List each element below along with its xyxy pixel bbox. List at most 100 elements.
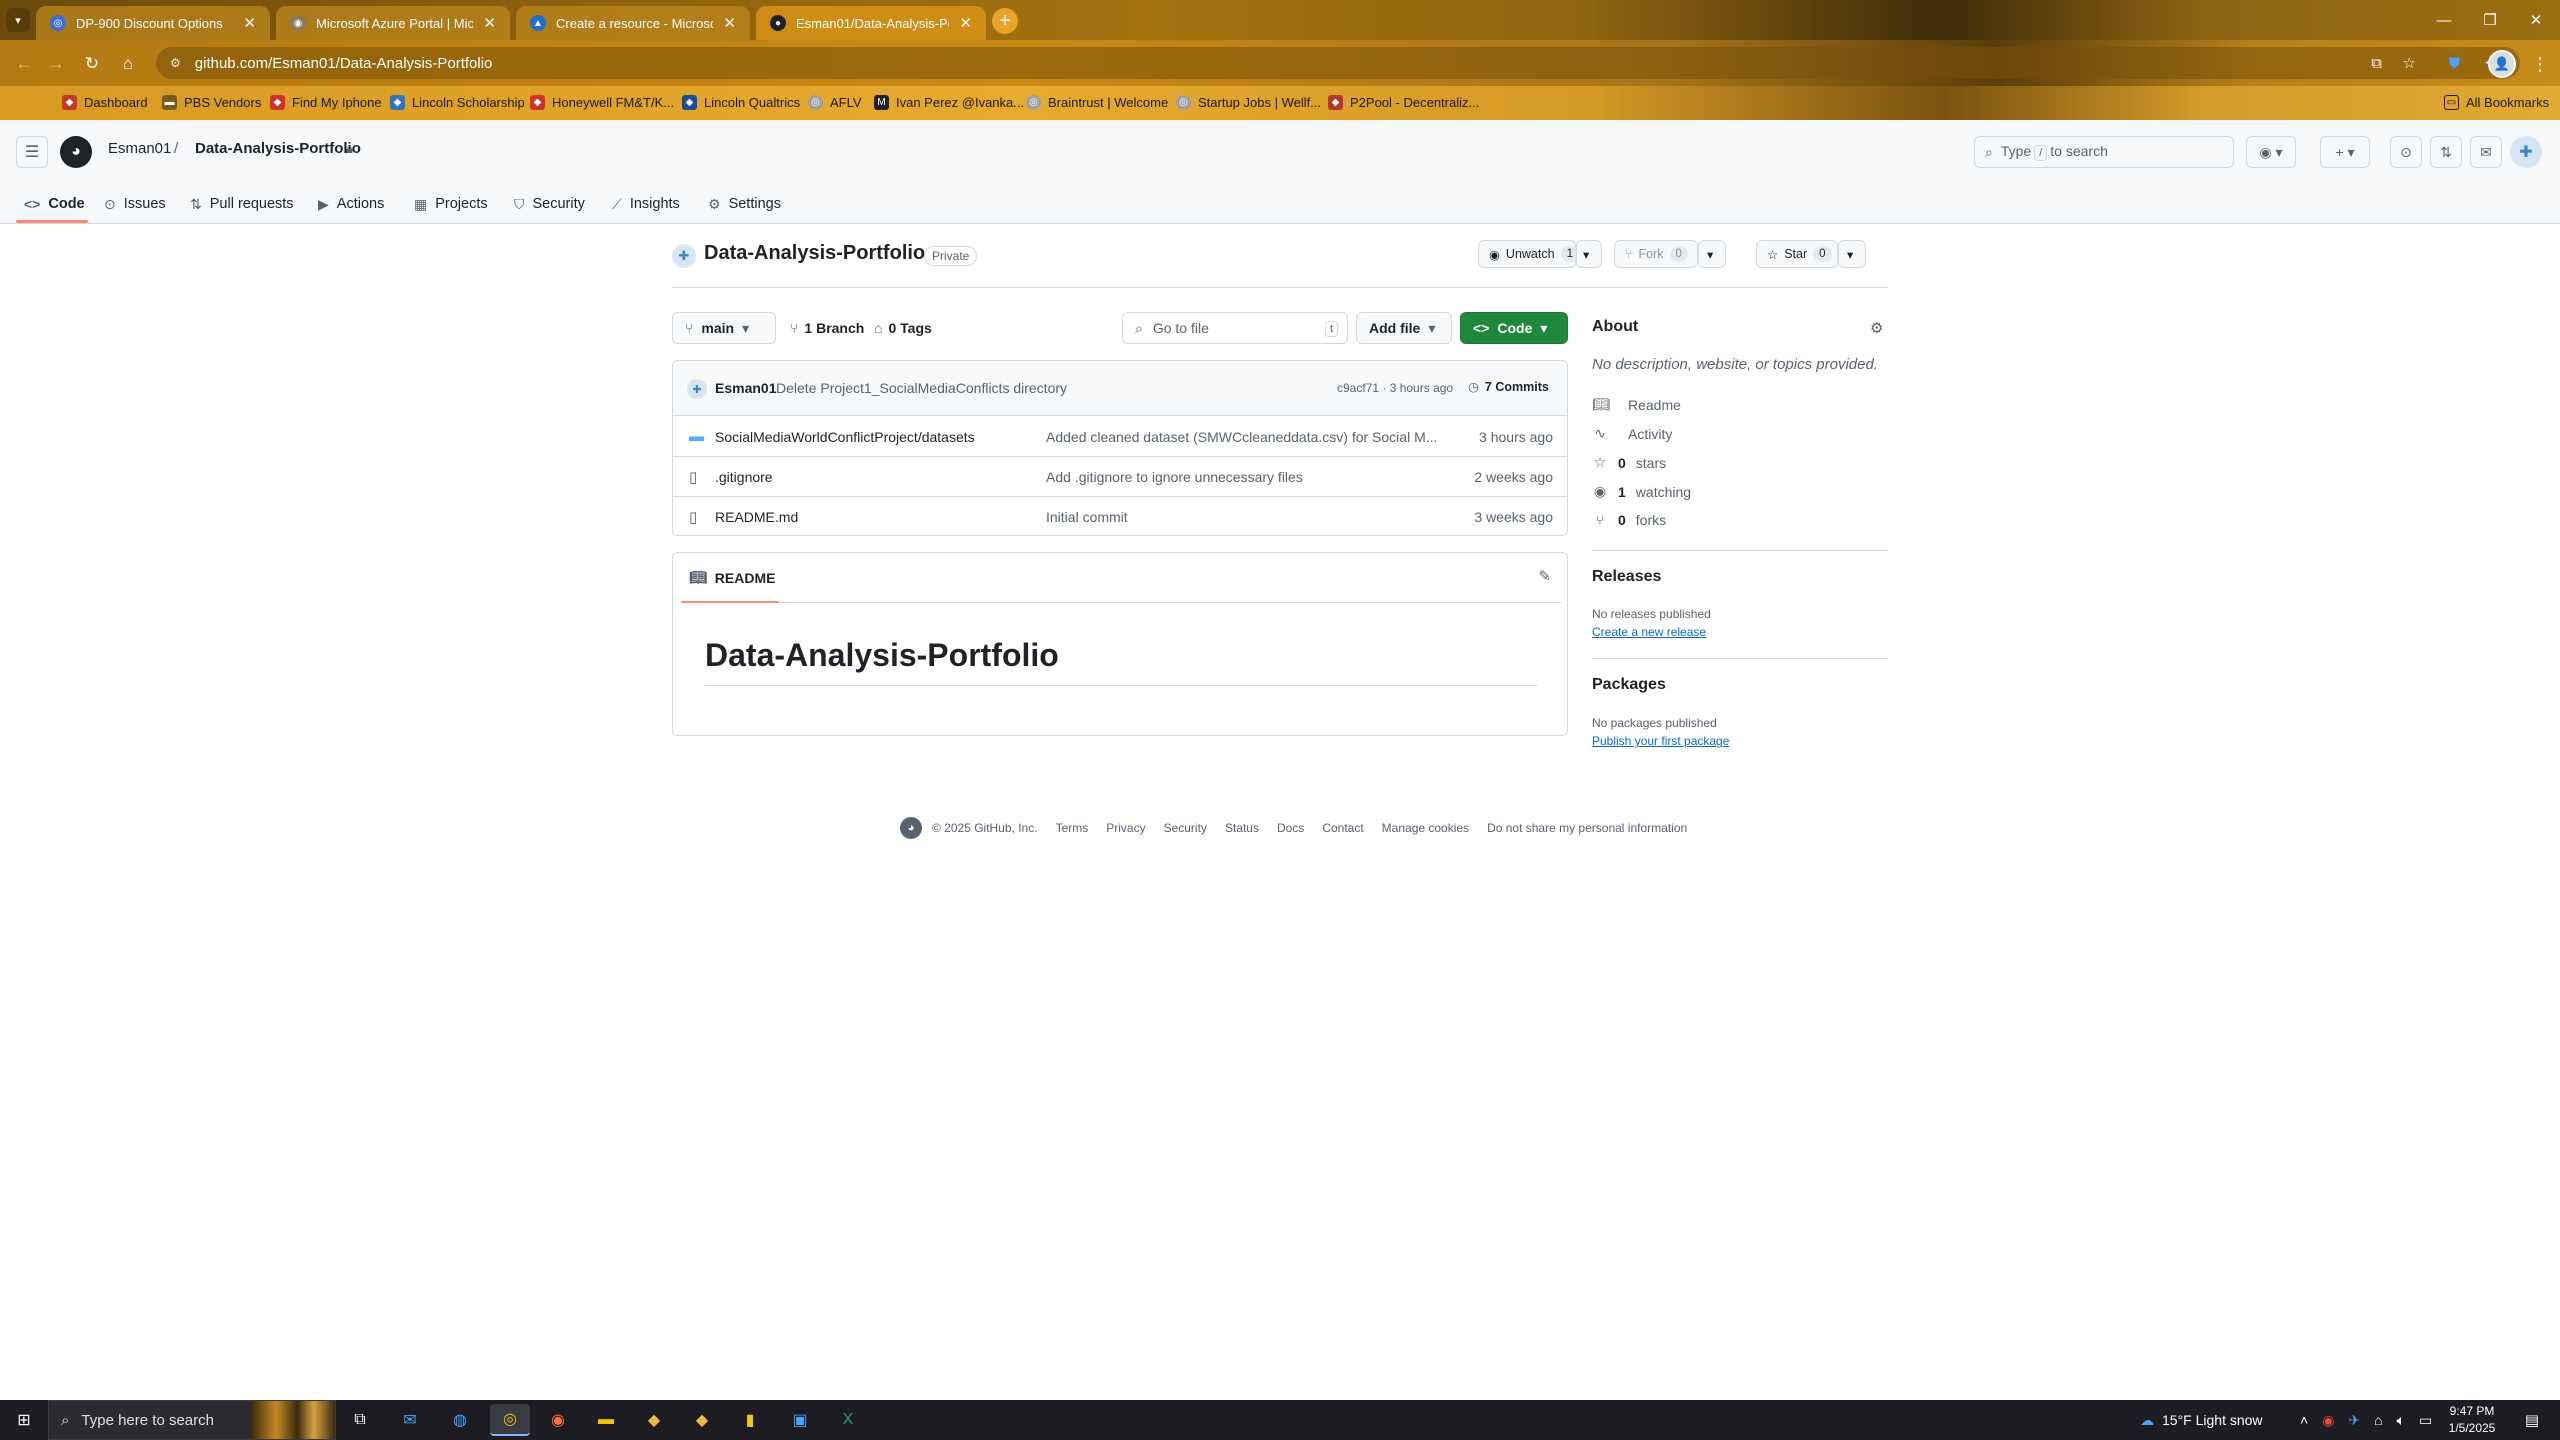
tab-insights[interactable]: ⟋ Insights — [612, 184, 680, 224]
speaker-icon[interactable]: 🔈︎ — [2397, 1412, 2405, 1429]
footer-link[interactable]: Security — [1164, 821, 1207, 835]
bookmark-item[interactable]: ◆ Lincoln Qualtrics — [682, 89, 800, 115]
packages-heading[interactable]: Packages — [1592, 676, 1666, 694]
restore-icon[interactable]: ❐ — [2470, 6, 2510, 34]
tab-pull-requests[interactable]: ⇅ Pull requests — [190, 184, 294, 224]
table-row[interactable]: ▬ SocialMediaWorldConflictProject/datase… — [673, 417, 1567, 457]
star-dropdown-button[interactable]: ▾ — [1838, 240, 1866, 268]
file-name-link[interactable]: README.md — [715, 509, 798, 525]
create-new-button[interactable]: + ▾ — [2320, 136, 2370, 168]
browser-tab[interactable]: ◎ DP-900 Discount Options ✕ — [36, 6, 270, 40]
search-input[interactable]: ⌕ Type / to search — [1974, 136, 2234, 168]
power-bi-icon[interactable]: ▮ — [730, 1404, 770, 1436]
footer-link[interactable]: Docs — [1277, 821, 1304, 835]
readme-tab[interactable]: 📖︎ README — [689, 569, 775, 586]
repo-owner-avatar[interactable]: ✚ — [672, 244, 696, 268]
app-window-icon[interactable]: ▣ — [780, 1404, 820, 1436]
network-icon[interactable]: ⌂ — [2374, 1412, 2382, 1428]
bookmark-item[interactable]: ◎ AFLV — [808, 89, 862, 115]
fork-button[interactable]: ⑂ Fork 0 — [1614, 240, 1698, 268]
store-icon[interactable]: ◍ — [440, 1404, 480, 1436]
home-icon[interactable]: ⌂ — [114, 50, 142, 78]
site-info-icon[interactable]: ⚙ — [170, 56, 181, 70]
commit-message[interactable]: Delete Project1_SocialMediaConflicts dir… — [776, 380, 1067, 396]
pull-requests-icon[interactable]: ⇅ — [2430, 136, 2462, 168]
publish-package-link[interactable]: Publish your first package — [1592, 734, 1729, 748]
taskbar-search-input[interactable]: ⌕ Type here to search — [48, 1400, 336, 1440]
bookmark-star-icon[interactable]: ☆ — [2403, 47, 2416, 79]
bookmark-item[interactable]: ◆ P2Pool - Decentraliz... — [1328, 89, 1479, 115]
file-commit-message[interactable]: Add .gitignore to ignore unnecessary fil… — [1046, 469, 1446, 485]
install-app-icon[interactable]: ⧉ — [2371, 47, 2382, 79]
commit-meta[interactable]: c9acf71 · 3 hours ago — [1337, 381, 1453, 395]
bookmark-item[interactable]: ◎ Startup Jobs | Wellf... — [1176, 89, 1321, 115]
footer-link[interactable]: Privacy — [1106, 821, 1145, 835]
chevron-up-icon[interactable]: ˄ — [2300, 1412, 2308, 1428]
stars-link[interactable]: ☆ 0 stars — [1592, 454, 1666, 471]
browser-tab[interactable]: ▲ Create a resource - Microsoft A ✕ — [516, 6, 750, 40]
table-row[interactable]: ▯ .gitignore Add .gitignore to ignore un… — [673, 457, 1567, 497]
user-avatar[interactable]: ✚ — [2510, 136, 2542, 168]
activity-link[interactable]: ∿ Activity — [1592, 425, 1672, 442]
minimize-icon[interactable]: — — [2424, 6, 2464, 34]
watch-dropdown-button[interactable]: ▾ — [1576, 240, 1602, 268]
tab-search-button[interactable]: ▾ — [6, 8, 30, 32]
all-bookmarks[interactable]: ▭ All Bookmarks — [2444, 89, 2549, 115]
close-window-icon[interactable]: ✕ — [2516, 6, 2556, 34]
go-to-file-input[interactable]: ⌕ Go to file t — [1122, 312, 1348, 344]
star-button[interactable]: ☆ Star 0 — [1756, 240, 1838, 268]
battery-icon[interactable]: ▭ — [2419, 1412, 2432, 1429]
tab-issues[interactable]: ⊙ Issues — [104, 184, 166, 224]
create-release-link[interactable]: Create a new release — [1592, 625, 1706, 639]
profile-avatar[interactable]: 👤 — [2488, 50, 2516, 78]
inbox-icon[interactable]: ✉ — [2470, 136, 2502, 168]
footer-link[interactable]: Do not share my personal information — [1487, 821, 1687, 835]
issues-icon[interactable]: ⊙ — [2390, 136, 2422, 168]
add-file-button[interactable]: Add file ▾ — [1356, 312, 1452, 344]
browser-menu-icon[interactable]: ⋮ — [2530, 50, 2550, 78]
table-row[interactable]: ▯ README.md Initial commit 3 weeks ago — [673, 497, 1567, 535]
bookmark-item[interactable]: ◆ Find My Iphone — [270, 89, 382, 115]
close-tab-icon[interactable]: ✕ — [483, 14, 496, 32]
file-name-link[interactable]: SocialMediaWorldConflictProject/datasets — [715, 429, 975, 445]
address-bar[interactable]: ⚙ github.com/Esman01/Data-Analysis-Portf… — [156, 47, 2520, 79]
github-logo-icon[interactable]: ◕ — [60, 136, 92, 168]
hamburger-menu-icon[interactable]: ☰ — [16, 136, 48, 168]
commits-link[interactable]: ◷ 7 Commits — [1468, 379, 1549, 395]
footer-link[interactable]: Status — [1225, 821, 1259, 835]
tray-app-icon[interactable]: ◉ — [2322, 1412, 2334, 1429]
tags-link[interactable]: ⌂ 0 Tags — [874, 312, 932, 344]
footer-link[interactable]: Contact — [1322, 821, 1363, 835]
breadcrumb-repo[interactable]: Data-Analysis-Portfolio — [195, 140, 361, 157]
reload-icon[interactable]: ↻ — [78, 50, 106, 78]
unwatch-button[interactable]: ◉ Unwatch 1 — [1478, 240, 1579, 268]
back-icon[interactable]: ← — [10, 50, 38, 78]
app-diamond-icon[interactable]: ◆ — [634, 1404, 674, 1436]
watching-link[interactable]: ◉ 1 watching — [1592, 483, 1691, 500]
edit-pencil-icon[interactable]: ✎ — [1538, 567, 1551, 585]
mail-icon[interactable]: ✉ — [390, 1404, 430, 1436]
branches-link[interactable]: ⑂ 1 Branch — [790, 312, 864, 344]
close-tab-icon[interactable]: ✕ — [243, 14, 256, 32]
fork-dropdown-button[interactable]: ▾ — [1698, 240, 1726, 268]
github-logo-icon[interactable]: ◕ — [900, 817, 922, 839]
forks-link[interactable]: ⑂ 0 forks — [1592, 512, 1666, 528]
file-commit-message[interactable]: Initial commit — [1046, 509, 1446, 525]
bookmark-item[interactable]: ◆ Lincoln Scholarship — [390, 89, 525, 115]
weather-widget[interactable]: ☁ 15°F Light snow — [2140, 1400, 2263, 1440]
commit-author[interactable]: Esman01 — [715, 380, 776, 396]
releases-heading[interactable]: Releases — [1592, 568, 1661, 586]
gear-icon[interactable]: ⚙ — [1870, 319, 1883, 337]
footer-link[interactable]: Manage cookies — [1382, 821, 1469, 835]
commit-author-avatar[interactable]: ✚ — [687, 379, 707, 399]
tray-app-icon[interactable]: ✈ — [2348, 1412, 2360, 1429]
tab-code[interactable]: <> Code — [24, 184, 85, 224]
browser-tab[interactable]: ◉ Microsoft Azure Portal | Micros ✕ — [276, 6, 510, 40]
bookmark-item[interactable]: ◎ Braintrust | Welcome — [1026, 89, 1168, 115]
close-tab-icon[interactable]: ✕ — [959, 14, 972, 32]
extension-shield-icon[interactable]: ⛊ — [2449, 47, 2460, 79]
branch-select-button[interactable]: ⑂ main ▾ — [672, 312, 776, 344]
repo-title[interactable]: Data-Analysis-Portfolio — [704, 242, 925, 265]
readme-link[interactable]: 📖︎ Readme — [1592, 396, 1681, 413]
browser-tab-active[interactable]: ● Esman01/Data-Analysis-Portfolio ✕ — [756, 6, 986, 40]
